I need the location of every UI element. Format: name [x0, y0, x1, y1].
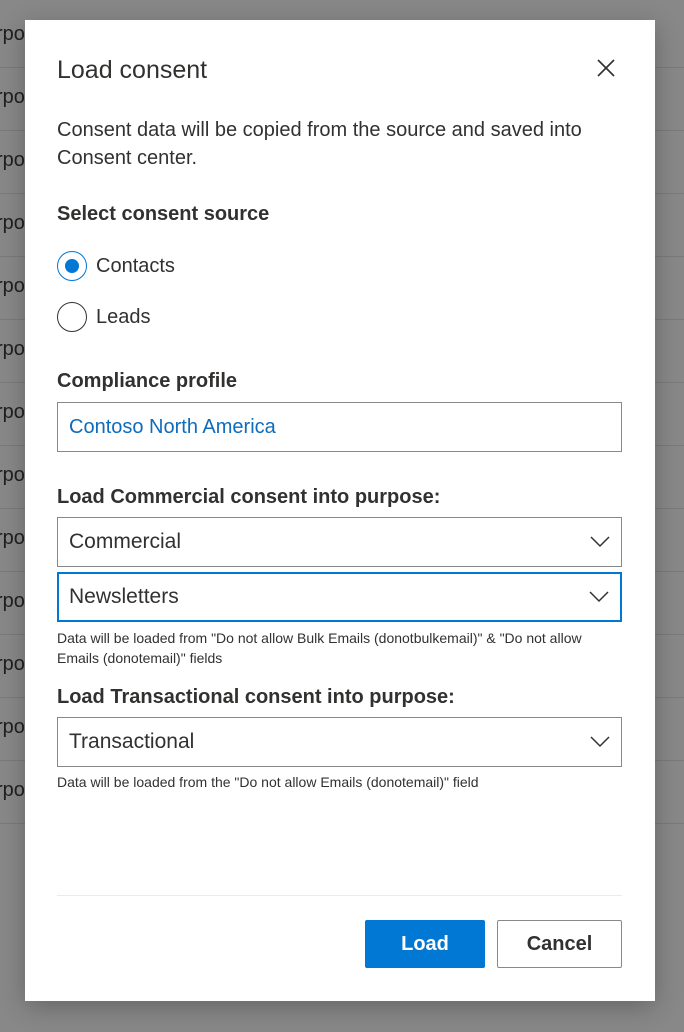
- load-button[interactable]: Load: [365, 920, 485, 968]
- chevron-down-icon: [590, 536, 610, 548]
- radio-contacts-label: Contacts: [96, 254, 175, 277]
- compliance-profile-label: Compliance profile: [57, 370, 238, 392]
- consent-source-label: Select consent source: [57, 203, 270, 225]
- list-item-text: rpo: [0, 86, 25, 108]
- newsletters-dropdown-value: Newsletters: [69, 585, 179, 608]
- close-icon: [597, 59, 615, 77]
- footer-divider: [57, 895, 622, 896]
- compliance-profile-value[interactable]: Contoso North America: [69, 416, 276, 439]
- dialog-title: Load consent: [57, 56, 208, 84]
- commercial-hint: Data will be loaded from "Do not allow B…: [57, 630, 582, 666]
- list-item-text: rpo: [0, 149, 25, 171]
- newsletters-dropdown[interactable]: Newsletters: [57, 572, 622, 622]
- chevron-down-icon: [589, 591, 609, 603]
- radio-leads[interactable]: Leads: [57, 302, 151, 332]
- close-button[interactable]: [592, 54, 620, 82]
- list-item-text: rpo: [0, 275, 25, 297]
- load-consent-dialog: Load consent Consent data will be copied…: [25, 20, 655, 1001]
- list-item-text: rpo: [0, 338, 25, 360]
- compliance-profile-field[interactable]: Contoso North America: [57, 402, 622, 452]
- radio-checked-icon: [57, 251, 87, 281]
- radio-unchecked-icon: [57, 302, 87, 332]
- list-item-text: rpo: [0, 716, 25, 738]
- transactional-hint: Data will be loaded from the "Do not all…: [57, 774, 479, 790]
- commercial-dropdown[interactable]: Commercial: [57, 517, 622, 567]
- transactional-purpose-label: Load Transactional consent into purpose:: [57, 686, 455, 708]
- list-item-text: rpo: [0, 401, 25, 423]
- cancel-button[interactable]: Cancel: [497, 920, 622, 968]
- list-item-text: rpo: [0, 212, 25, 234]
- radio-leads-label: Leads: [96, 305, 151, 328]
- list-item-text: rpo: [0, 653, 25, 675]
- dialog-description: Consent data will be copied from the sou…: [57, 119, 582, 169]
- radio-contacts[interactable]: Contacts: [57, 251, 175, 281]
- transactional-dropdown-value: Transactional: [69, 730, 195, 753]
- list-item-text: rpo: [0, 590, 25, 612]
- list-item-text: rpo: [0, 23, 25, 45]
- list-item-text: rpo: [0, 779, 25, 801]
- chevron-down-icon: [590, 736, 610, 748]
- list-item-text: rpo: [0, 527, 25, 549]
- list-item-text: rpo: [0, 464, 25, 486]
- transactional-dropdown[interactable]: Transactional: [57, 717, 622, 767]
- commercial-purpose-label: Load Commercial consent into purpose:: [57, 486, 441, 508]
- commercial-dropdown-value: Commercial: [69, 530, 182, 553]
